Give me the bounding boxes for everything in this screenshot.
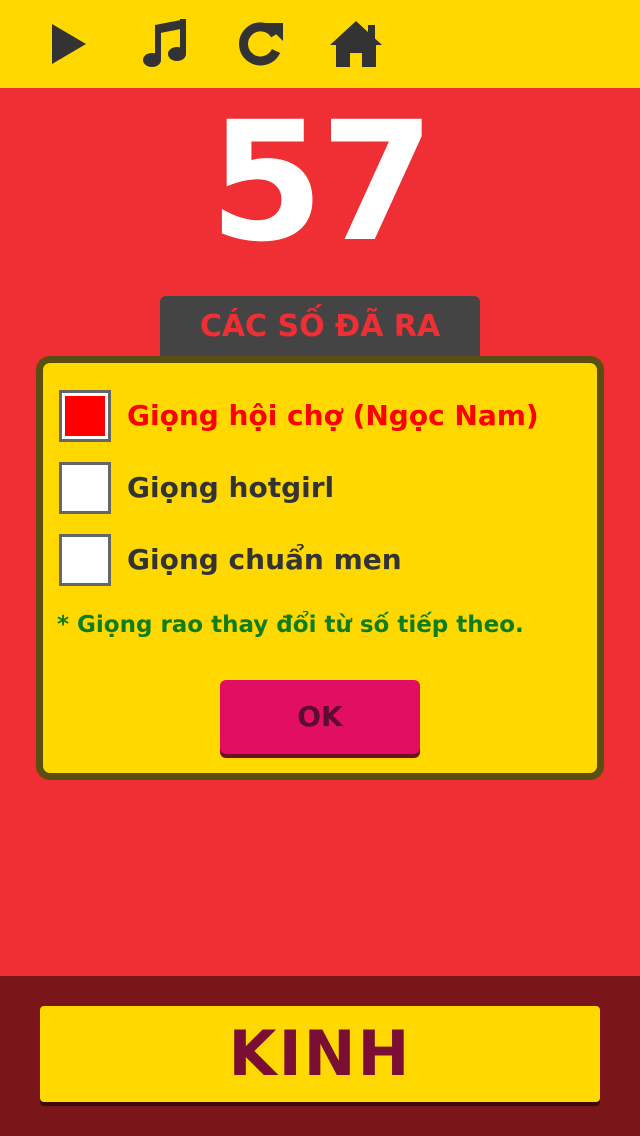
voice-option-hoi-cho[interactable]: Giọng hội chợ (Ngọc Nam) bbox=[55, 390, 595, 446]
music-button[interactable] bbox=[134, 14, 194, 74]
ok-button[interactable]: OK bbox=[220, 680, 420, 754]
drawn-numbers-tab[interactable]: CÁC SỐ ĐÃ RA bbox=[160, 296, 480, 358]
voice-option-label: Giọng hotgirl bbox=[127, 471, 335, 504]
voice-option-label: Giọng chuẩn men bbox=[127, 543, 402, 576]
home-icon bbox=[330, 21, 382, 67]
play-button[interactable] bbox=[38, 14, 98, 74]
voice-checkbox-checked[interactable] bbox=[59, 390, 111, 442]
play-icon bbox=[52, 24, 86, 64]
current-number: 57 bbox=[209, 86, 435, 278]
voice-option-chuan-men[interactable]: Giọng chuẩn men bbox=[55, 534, 595, 590]
voice-dialog: Giọng hội chợ (Ngọc Nam) Giọng hotgirl G… bbox=[36, 356, 604, 780]
voice-checkbox[interactable] bbox=[59, 462, 111, 514]
voice-option-label: Giọng hội chợ (Ngọc Nam) bbox=[127, 399, 539, 432]
refresh-icon bbox=[239, 22, 283, 66]
kinh-button[interactable]: KINH bbox=[40, 1006, 600, 1102]
voice-checkbox[interactable] bbox=[59, 534, 111, 586]
top-toolbar bbox=[0, 0, 640, 88]
bottom-bar: KINH bbox=[0, 976, 640, 1136]
music-note-icon bbox=[143, 19, 186, 67]
home-button[interactable] bbox=[326, 14, 386, 74]
voice-change-note: * Giọng rao thay đổi từ số tiếp theo. bbox=[57, 612, 524, 638]
replay-button[interactable] bbox=[230, 14, 290, 74]
voice-option-hotgirl[interactable]: Giọng hotgirl bbox=[55, 462, 595, 518]
